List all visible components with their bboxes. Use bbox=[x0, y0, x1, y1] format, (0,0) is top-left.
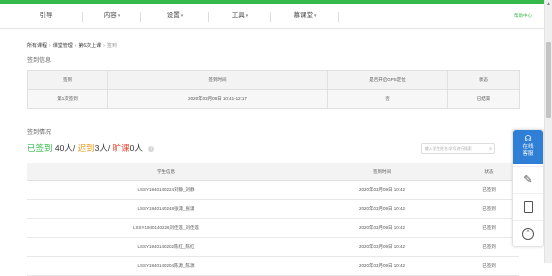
table-row: LSSY1940140204陈源_陈源 2020年03月09日 10:42 已签… bbox=[27, 256, 519, 276]
student-info-cell: LSSY1940140202陈红_陈红 bbox=[27, 237, 305, 257]
signin-time-cell: 2020年03月09日 10:41-12:17 bbox=[107, 89, 328, 109]
tablet-icon bbox=[523, 201, 533, 214]
nav-label: 引导 bbox=[39, 12, 53, 19]
late-label: 迟到 bbox=[77, 143, 95, 153]
support-label-line2: 客服 bbox=[522, 151, 534, 157]
signin-status-title: 签到情况 bbox=[27, 130, 52, 136]
nav-label: 设置 bbox=[166, 12, 180, 19]
column-header: 签到时间 bbox=[107, 70, 328, 90]
search-placeholder: 输入学生姓名/学号进行搜索 bbox=[425, 147, 472, 151]
nav-item-tools[interactable]: 工具▾ bbox=[210, 4, 270, 28]
nav-item-mooc-class[interactable]: 慕课堂▾ bbox=[272, 4, 338, 28]
chevron-down-icon: ▾ bbox=[245, 13, 249, 19]
column-header: 状态 bbox=[459, 163, 519, 181]
floating-toolbar: ☊ 在线 客服 ✎ ^ bbox=[512, 129, 544, 247]
student-info-cell: LSSY1940140248张潇_张潇 bbox=[27, 199, 305, 219]
table-row: LSSY1940140248张潇_张潇 2020年03月09日 10:42 已签… bbox=[27, 199, 519, 219]
signin-name-cell: 第1次签到 bbox=[27, 89, 108, 109]
status-cell: 已结束 bbox=[447, 89, 520, 109]
breadcrumb-session[interactable]: 第6次上课 bbox=[78, 43, 101, 49]
status-cell: 已签到 bbox=[459, 237, 519, 257]
student-info-cell: LSSY1940140226刘佳莲_刘佳莲 bbox=[27, 218, 305, 238]
signin-time-cell: 2020年03月09日 10:42 bbox=[305, 199, 459, 219]
support-label-line1: 在线 bbox=[522, 144, 534, 150]
absent-count: 0人 bbox=[129, 143, 143, 153]
breadcrumb-separator: › bbox=[74, 43, 77, 49]
breadcrumb-current: 签到 bbox=[106, 43, 117, 49]
nav-divider bbox=[208, 12, 209, 22]
scrollbar-thumb[interactable] bbox=[546, 42, 551, 118]
online-support-button[interactable]: ☊ 在线 客服 bbox=[513, 130, 543, 164]
nav-label: 工具 bbox=[231, 12, 245, 19]
breadcrumb-all-courses[interactable]: 所有课程 bbox=[27, 43, 47, 49]
summary-separator: / bbox=[72, 143, 76, 153]
table-row: 第1次签到 2020年03月09日 10:41-12:17 否 已结束 bbox=[27, 89, 520, 109]
tablet-button[interactable] bbox=[513, 193, 543, 220]
absent-label: 旷课 bbox=[112, 143, 130, 153]
gps-cell: 否 bbox=[327, 89, 448, 109]
signin-time-cell: 2020年03月09日 10:42 bbox=[305, 237, 459, 257]
nav-label: 慕课堂 bbox=[293, 12, 313, 19]
status-cell: 已签到 bbox=[459, 256, 519, 276]
headset-icon: ☊ bbox=[524, 134, 532, 143]
signin-time-cell: 2020年03月09日 10:42 bbox=[305, 180, 459, 200]
signin-info-title: 签到信息 bbox=[27, 58, 52, 64]
column-header: 状态 bbox=[447, 70, 520, 90]
nav-divider bbox=[140, 12, 141, 22]
status-cell: 已签到 bbox=[459, 199, 519, 219]
status-cell: 已签到 bbox=[459, 180, 519, 200]
column-header: 签到时间 bbox=[305, 163, 459, 181]
nav-label: 内容 bbox=[103, 12, 117, 19]
student-info-cell: LSSY1940140204陈源_陈源 bbox=[27, 256, 305, 276]
nav-divider bbox=[270, 12, 271, 22]
attendance-summary: 已签到 40人/ 迟到3人/ 旷课0人 i bbox=[27, 142, 155, 154]
signed-label: 已签到 bbox=[27, 143, 53, 153]
nav-item-content[interactable]: 内容▾ bbox=[84, 4, 140, 28]
nav-item-settings[interactable]: 设置▾ bbox=[142, 4, 208, 28]
breadcrumb-separator: › bbox=[49, 43, 51, 49]
table-row: LSSY1940140226刘佳莲_刘佳莲 2020年03月09日 10:42 … bbox=[27, 218, 519, 238]
chevron-down-icon: ▾ bbox=[313, 13, 317, 19]
student-info-cell: LSSY1940140224刘静_刘静 bbox=[27, 180, 305, 200]
table-header-row: 签到 签到时间 是否开启GPS定位 状态 bbox=[27, 70, 520, 90]
nav-divider bbox=[82, 12, 83, 22]
scroll-top-icon: ^ bbox=[522, 228, 534, 241]
breadcrumb-class-management[interactable]: 课堂管理 bbox=[53, 43, 73, 49]
scroll-top-button[interactable]: ^ bbox=[513, 220, 543, 247]
breadcrumb: 所有课程 › 课堂管理 › 第6次上课 › 签到 bbox=[27, 42, 117, 49]
help-center-link[interactable]: 帮助中心 bbox=[514, 4, 532, 28]
late-count: 3人 bbox=[94, 143, 108, 153]
table-row: LSSY1940140202陈红_陈红 2020年03月09日 10:42 已签… bbox=[27, 237, 519, 257]
nav-item-guide[interactable]: 引导 bbox=[24, 4, 68, 28]
signin-time-cell: 2020年03月09日 10:42 bbox=[305, 218, 459, 238]
column-header: 是否开启GPS定位 bbox=[327, 70, 448, 90]
nav-divider bbox=[338, 12, 339, 22]
chevron-down-icon: ▾ bbox=[117, 13, 121, 19]
page-scrollbar[interactable]: ▲ bbox=[544, 0, 552, 263]
signin-info-table: 签到 签到时间 是否开启GPS定位 状态 第1次签到 2020年03月09日 1… bbox=[27, 70, 520, 109]
chevron-down-icon: ▾ bbox=[180, 13, 184, 19]
table-row: LSSY1940140224刘静_刘静 2020年03月09日 10:42 已签… bbox=[27, 180, 519, 200]
breadcrumb-separator: › bbox=[103, 43, 105, 49]
student-search-input[interactable]: 输入学生姓名/学号进行搜索 ⌕ bbox=[421, 143, 495, 154]
signin-time-cell: 2020年03月09日 10:42 bbox=[305, 256, 459, 276]
student-signin-table: 学生信息 签到时间 状态 LSSY1940140224刘静_刘静 2020年03… bbox=[27, 163, 519, 276]
column-header: 学生信息 bbox=[27, 163, 305, 181]
summary-separator: / bbox=[107, 143, 111, 153]
edit-button[interactable]: ✎ bbox=[513, 166, 543, 193]
signed-count: 40人 bbox=[54, 143, 73, 153]
table-header-row: 学生信息 签到时间 状态 bbox=[27, 163, 519, 181]
pencil-icon: ✎ bbox=[523, 174, 533, 186]
search-icon[interactable]: ⌕ bbox=[489, 144, 492, 153]
status-cell: 已签到 bbox=[459, 218, 519, 238]
info-icon[interactable]: i bbox=[148, 145, 155, 152]
column-header: 签到 bbox=[27, 70, 108, 90]
scroll-up-arrow-icon[interactable]: ▲ bbox=[546, 1, 551, 7]
top-nav: 引导 内容▾ 设置▾ 工具▾ 慕课堂▾ 帮助中心 bbox=[0, 4, 544, 29]
